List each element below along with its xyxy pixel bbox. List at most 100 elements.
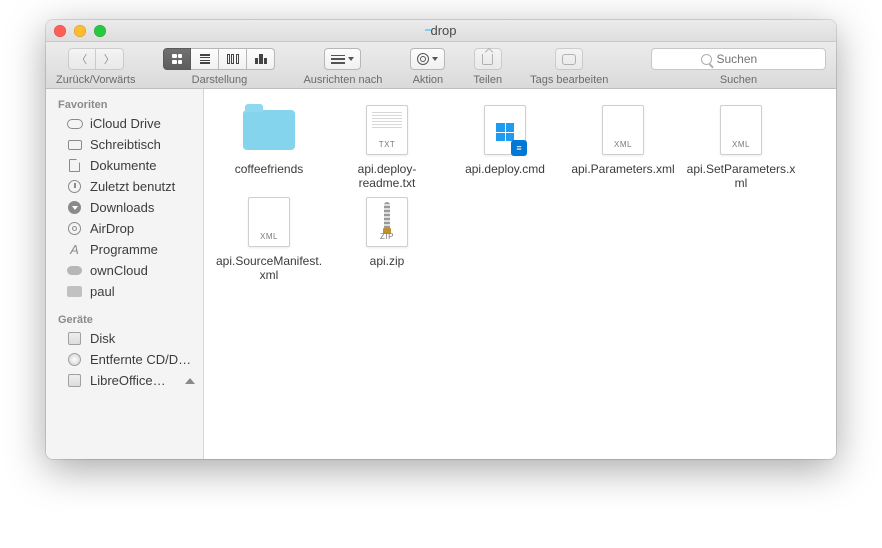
sidebar-section-devices: Geräte	[46, 310, 203, 328]
vscode-badge-icon: ≡	[511, 140, 527, 156]
close-window-button[interactable]	[54, 25, 66, 37]
gear-icon	[417, 53, 429, 65]
file-label: api.zip	[370, 254, 405, 268]
search-group: Suchen	[651, 48, 826, 86]
sidebar-item-desktop[interactable]: Schreibtisch	[46, 134, 203, 155]
grid-icon	[172, 54, 182, 64]
sidebar-item-remote-disc[interactable]: Entfernte CD/D…	[46, 349, 203, 370]
share-group: Teilen	[473, 48, 502, 86]
tag-icon	[562, 54, 576, 65]
sidebar-item-label: paul	[90, 284, 115, 299]
file-item-txt[interactable]: TXT api.deploy-readme.txt	[332, 103, 442, 191]
share-label: Teilen	[473, 74, 502, 86]
sidebar-item-icloud[interactable]: iCloud Drive	[46, 113, 203, 134]
document-icon	[66, 159, 83, 173]
window-body: Favoriten iCloud Drive Schreibtisch Doku…	[46, 89, 836, 459]
share-icon	[482, 54, 493, 65]
view-icon-button[interactable]	[163, 48, 191, 70]
sidebar-item-label: Zuletzt benutzt	[90, 179, 175, 194]
eject-icon[interactable]	[185, 378, 195, 384]
sidebar-item-downloads[interactable]: Downloads	[46, 197, 203, 218]
tags-group: Tags bearbeiten	[530, 48, 608, 86]
view-coverflow-button[interactable]	[247, 48, 275, 70]
xml-file-icon: XML	[596, 103, 650, 157]
file-item-folder[interactable]: coffeefriends	[214, 103, 324, 191]
file-label: api.SourceManifest.xml	[214, 254, 324, 283]
view-columns-button[interactable]	[219, 48, 247, 70]
window-title: drop	[430, 23, 456, 38]
sidebar-item-libreoffice[interactable]: LibreOffice…	[46, 370, 203, 391]
action-button[interactable]	[410, 48, 445, 70]
sidebar-item-documents[interactable]: Dokumente	[46, 155, 203, 176]
traffic-lights	[54, 25, 106, 37]
sidebar-item-owncloud[interactable]: ownCloud	[46, 260, 203, 281]
cloud-icon	[66, 117, 83, 131]
action-label: Aktion	[413, 74, 444, 86]
sidebar: Favoriten iCloud Drive Schreibtisch Doku…	[46, 89, 204, 459]
download-icon	[66, 201, 83, 215]
cd-icon	[66, 353, 83, 367]
list-icon	[200, 54, 210, 64]
folder-icon	[242, 103, 296, 157]
sidebar-item-home[interactable]: paul	[46, 281, 203, 302]
file-item-xml[interactable]: XML api.SetParameters.xml	[686, 103, 796, 191]
disk-icon	[66, 332, 83, 346]
file-item-xml[interactable]: XML api.Parameters.xml	[568, 103, 678, 191]
file-item-xml[interactable]: XML api.SourceManifest.xml	[214, 195, 324, 283]
arrange-label: Ausrichten nach	[303, 74, 382, 86]
arrange-icon	[331, 55, 345, 64]
tags-button[interactable]	[555, 48, 583, 70]
airdrop-icon	[66, 222, 83, 236]
sidebar-item-label: Programme	[90, 242, 158, 257]
file-item-cmd[interactable]: ≡ api.deploy.cmd	[450, 103, 560, 191]
desktop-icon	[66, 138, 83, 152]
sidebar-item-label: LibreOffice…	[90, 373, 166, 388]
sidebar-item-label: Disk	[90, 331, 115, 346]
zoom-window-button[interactable]	[94, 25, 106, 37]
tags-label: Tags bearbeiten	[530, 74, 608, 86]
caret-down-icon	[348, 57, 354, 61]
sidebar-item-airdrop[interactable]: AirDrop	[46, 218, 203, 239]
xml-file-icon: XML	[242, 195, 296, 249]
sidebar-item-recents[interactable]: Zuletzt benutzt	[46, 176, 203, 197]
sidebar-item-label: Schreibtisch	[90, 137, 161, 152]
share-button[interactable]	[474, 48, 502, 70]
file-browser[interactable]: coffeefriends TXT api.deploy-readme.txt …	[204, 89, 836, 459]
columns-icon	[227, 54, 239, 64]
sidebar-section-favorites: Favoriten	[46, 95, 203, 113]
view-group: Darstellung	[163, 48, 275, 86]
file-label: api.Parameters.xml	[571, 162, 674, 176]
file-label: coffeefriends	[235, 162, 304, 176]
applications-icon: A	[66, 243, 83, 257]
forward-button[interactable]: 〉	[96, 48, 124, 70]
owncloud-icon	[66, 264, 83, 278]
file-label: api.SetParameters.xml	[686, 162, 796, 191]
titlebar: drop	[46, 20, 836, 42]
sidebar-item-label: iCloud Drive	[90, 116, 161, 131]
disk-icon	[66, 374, 83, 388]
search-field[interactable]	[651, 48, 826, 70]
arrange-group: Ausrichten nach	[303, 48, 382, 86]
nav-label: Zurück/Vorwärts	[56, 74, 135, 86]
xml-file-icon: XML	[714, 103, 768, 157]
action-group: Aktion	[410, 48, 445, 86]
sidebar-item-label: ownCloud	[90, 263, 148, 278]
file-label: api.deploy.cmd	[465, 162, 545, 176]
search-icon	[701, 54, 712, 65]
arrange-button[interactable]	[324, 48, 361, 70]
caret-down-icon	[432, 57, 438, 61]
sidebar-item-disk[interactable]: Disk	[46, 328, 203, 349]
toolbar: 〈 〉 Zurück/Vorwärts Darstellung	[46, 42, 836, 89]
sidebar-item-label: Downloads	[90, 200, 154, 215]
view-list-button[interactable]	[191, 48, 219, 70]
sidebar-item-label: Entfernte CD/D…	[90, 352, 191, 367]
file-item-zip[interactable]: ZIP api.zip	[332, 195, 442, 283]
back-button[interactable]: 〈	[68, 48, 96, 70]
sidebar-item-applications[interactable]: A Programme	[46, 239, 203, 260]
folder-icon	[66, 285, 83, 299]
finder-window: drop 〈 〉 Zurück/Vorwärts	[46, 20, 836, 459]
search-input[interactable]	[717, 52, 777, 66]
zip-file-icon: ZIP	[360, 195, 414, 249]
clock-icon	[66, 180, 83, 194]
minimize-window-button[interactable]	[74, 25, 86, 37]
